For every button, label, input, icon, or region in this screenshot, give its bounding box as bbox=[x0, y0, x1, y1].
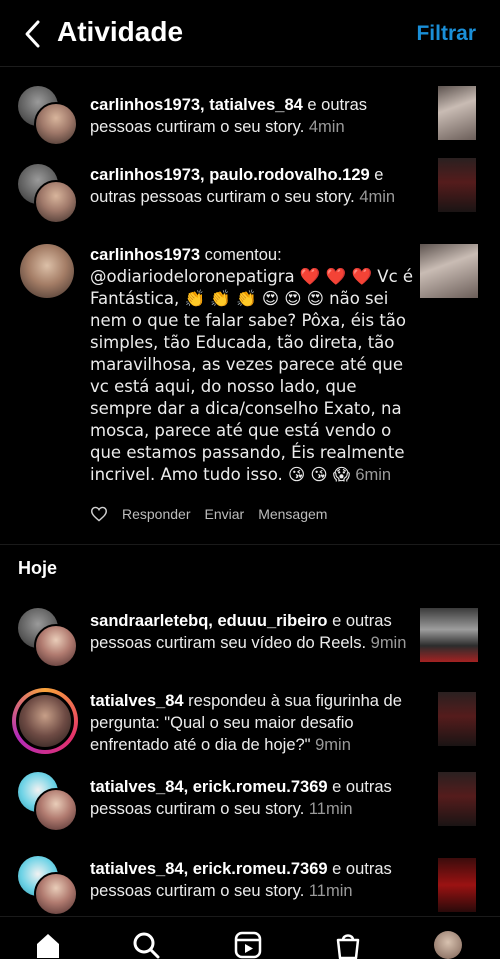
avatar bbox=[34, 788, 78, 832]
stacked-avatars[interactable] bbox=[18, 164, 78, 224]
notification-text: tatialves_84, erick.romeu.7369 e outras … bbox=[90, 778, 392, 818]
profile-avatar[interactable] bbox=[434, 931, 462, 959]
story-thumbnail[interactable] bbox=[438, 772, 476, 826]
notification-time: 6min bbox=[355, 466, 392, 484]
post-thumbnail[interactable] bbox=[420, 244, 478, 298]
reels-thumbnail[interactable] bbox=[420, 608, 478, 662]
bottom-tab-bar bbox=[0, 916, 500, 959]
notification-usernames[interactable]: tatialves_84, erick.romeu.7369 bbox=[90, 778, 328, 796]
notification-text: carlinhos1973, paulo.rodovalho.129 e out… bbox=[90, 166, 396, 206]
notification-time: 11min bbox=[308, 882, 353, 900]
notification-item[interactable]: carlinhos1973, tatialves_84 e outras pes… bbox=[0, 86, 500, 146]
section-divider bbox=[0, 544, 500, 545]
story-thumbnail[interactable] bbox=[438, 858, 476, 912]
notification-time: 4min bbox=[359, 188, 396, 206]
story-thumbnail[interactable] bbox=[438, 86, 476, 140]
message-button[interactable]: Mensagem bbox=[258, 506, 327, 522]
avatar bbox=[34, 102, 78, 146]
notification-usernames[interactable]: tatialves_84, erick.romeu.7369 bbox=[90, 860, 328, 878]
notification-item[interactable]: carlinhos1973, paulo.rodovalho.129 e out… bbox=[0, 158, 500, 224]
stacked-avatars[interactable] bbox=[18, 856, 78, 916]
notification-username[interactable]: carlinhos1973 bbox=[90, 246, 200, 264]
notification-item[interactable]: sandraarletebq, eduuu_ribeiro e outras p… bbox=[0, 608, 500, 668]
reels-icon[interactable] bbox=[234, 931, 262, 959]
filter-button[interactable]: Filtrar bbox=[416, 22, 476, 46]
page-title: Atividade bbox=[57, 16, 184, 47]
activity-header: Atividade Filtrar bbox=[0, 0, 500, 67]
home-icon[interactable] bbox=[34, 931, 62, 959]
notification-item[interactable]: tatialves_84, erick.romeu.7369 e outras … bbox=[0, 772, 500, 832]
notification-item[interactable]: tatialves_84, erick.romeu.7369 e outras … bbox=[0, 856, 500, 916]
notification-item[interactable]: tatialves_84 respondeu à sua figurinha d… bbox=[0, 688, 500, 754]
story-thumbnail[interactable] bbox=[438, 692, 476, 746]
heart-icon[interactable] bbox=[90, 506, 108, 522]
notification-usernames[interactable]: carlinhos1973, tatialves_84 bbox=[90, 96, 303, 114]
notification-time: 11min bbox=[308, 800, 353, 818]
story-thumbnail[interactable] bbox=[438, 158, 476, 212]
send-button[interactable]: Enviar bbox=[205, 506, 245, 522]
back-arrow-icon[interactable] bbox=[22, 19, 44, 49]
section-heading-today: Hoje bbox=[18, 558, 58, 578]
avatar bbox=[34, 872, 78, 916]
stacked-avatars[interactable] bbox=[18, 86, 78, 146]
notification-time: 9min bbox=[370, 634, 407, 652]
avatar bbox=[16, 692, 74, 750]
shop-icon[interactable] bbox=[334, 931, 362, 959]
avatar bbox=[34, 180, 78, 224]
avatar bbox=[34, 624, 78, 668]
comment-body: @odiariodeloronepatigra ❤️ ❤️ ❤️ Vc é Fa… bbox=[90, 267, 414, 484]
notification-text: carlinhos1973 comentou: @odiariodelorone… bbox=[90, 246, 414, 484]
notification-time: 4min bbox=[308, 118, 345, 136]
notification-text: tatialves_84 respondeu à sua figurinha d… bbox=[90, 692, 402, 754]
notification-text: carlinhos1973, tatialves_84 e outras pes… bbox=[90, 96, 368, 136]
notification-text: sandraarletebq, eduuu_ribeiro e outras p… bbox=[90, 612, 407, 652]
notification-username[interactable]: tatialves_84 bbox=[90, 692, 184, 710]
search-icon[interactable] bbox=[132, 931, 160, 959]
avatar[interactable] bbox=[20, 244, 74, 298]
notification-usernames[interactable]: carlinhos1973, paulo.rodovalho.129 bbox=[90, 166, 370, 184]
comment-actions: Responder Enviar Mensagem bbox=[90, 506, 327, 522]
notification-text: tatialves_84, erick.romeu.7369 e outras … bbox=[90, 860, 392, 900]
notification-usernames[interactable]: sandraarletebq, eduuu_ribeiro bbox=[90, 612, 327, 630]
story-ring-avatar[interactable] bbox=[12, 688, 78, 754]
comment-notification[interactable]: carlinhos1973 comentou: @odiariodelorone… bbox=[0, 244, 500, 494]
reply-button[interactable]: Responder bbox=[122, 506, 191, 522]
notification-time: 9min bbox=[315, 736, 351, 754]
stacked-avatars[interactable] bbox=[18, 772, 78, 832]
stacked-avatars[interactable] bbox=[18, 608, 78, 668]
